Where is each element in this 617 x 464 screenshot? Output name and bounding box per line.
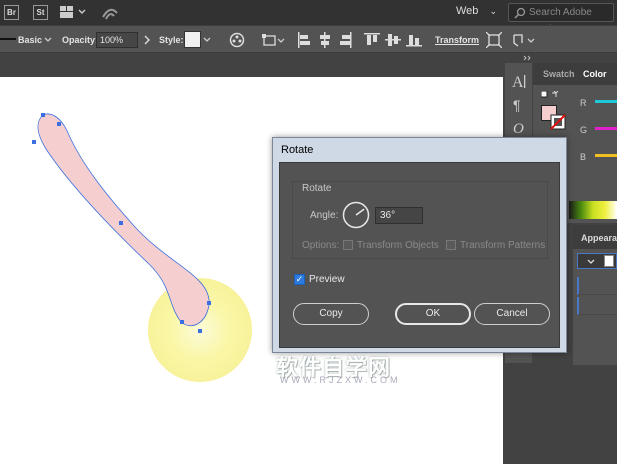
watermark-url: WWW.RJZXW.COM xyxy=(280,375,401,385)
align-to-icon[interactable] xyxy=(262,32,286,48)
transform-objects-label: Transform Objects xyxy=(357,240,439,251)
angle-label: Angle: xyxy=(310,210,339,221)
workspace-switcher[interactable]: Web ⌄ xyxy=(456,5,497,17)
dialog-title: Rotate xyxy=(281,144,314,156)
svg-text:A: A xyxy=(512,74,524,89)
default-colors-icon[interactable] xyxy=(541,91,561,101)
panel-collapse-icon[interactable] xyxy=(523,55,533,61)
color-spectrum[interactable] xyxy=(569,201,617,219)
control-bar: Basic Opacity: 100% Style: Transform xyxy=(0,25,617,53)
appearance-row[interactable] xyxy=(577,277,617,295)
tab-swatches[interactable]: Swatch xyxy=(543,69,575,79)
isolate-object-icon[interactable] xyxy=(486,32,502,48)
tab-color[interactable]: Color xyxy=(583,69,607,79)
graphic-style-swatch[interactable] xyxy=(184,31,201,48)
preview-label: Preview xyxy=(309,274,345,285)
workspace-label: Web xyxy=(456,5,479,17)
application-bar: Br St Web ⌄ Search Adobe Stock xyxy=(0,0,617,35)
tab-appearance[interactable]: Appearan xyxy=(581,233,617,243)
search-input[interactable]: Search Adobe Stock xyxy=(508,3,614,35)
channel-r-label: R xyxy=(580,98,587,108)
appearance-row-selected[interactable] xyxy=(577,253,617,269)
color-panel-tabs: Swatch Color xyxy=(533,63,617,85)
dialog-body: Rotate Angle: 36° Options: Transform Obj… xyxy=(279,162,560,348)
angle-dial[interactable] xyxy=(342,201,370,229)
align-left-icon[interactable] xyxy=(297,32,311,48)
recolor-artwork-icon[interactable] xyxy=(229,32,245,48)
stroke-none-swatch[interactable] xyxy=(550,114,566,130)
style-label: Style: xyxy=(159,35,184,45)
transform-panel-link[interactable]: Transform xyxy=(435,35,479,45)
rotate-dialog: Rotate Rotate Angle: 36° Options: Transf… xyxy=(272,137,567,353)
stroke-style-chevron-icon[interactable] xyxy=(44,36,52,44)
copy-button[interactable]: Copy xyxy=(293,303,369,325)
gpu-performance-icon[interactable] xyxy=(100,5,120,21)
align-top-icon[interactable] xyxy=(364,32,380,48)
stroke-style-preview[interactable] xyxy=(0,36,16,42)
puppet-warp-icon[interactable] xyxy=(512,32,538,48)
channel-r-slider[interactable] xyxy=(595,100,617,103)
stroke-style-label[interactable]: Basic xyxy=(18,35,42,45)
appearance-panel: Appearan xyxy=(573,225,617,365)
transform-patterns-checkbox[interactable] xyxy=(446,240,456,250)
pink-brush-stroke[interactable] xyxy=(37,113,210,327)
svg-text:¶: ¶ xyxy=(513,97,521,113)
arrange-documents-icon[interactable] xyxy=(60,6,88,19)
channel-b-slider[interactable] xyxy=(595,154,617,157)
ok-button[interactable]: OK xyxy=(395,303,471,325)
svg-text:O: O xyxy=(513,121,524,136)
search-icon xyxy=(514,7,526,19)
appearance-thumbnail xyxy=(604,255,614,267)
preview-checkbox[interactable]: ✓ xyxy=(294,274,305,285)
appearance-panel-header: Appearan xyxy=(573,225,617,249)
chevron-down-icon[interactable] xyxy=(587,258,595,266)
angle-input[interactable]: 36° xyxy=(375,207,423,224)
options-label: Options: xyxy=(302,240,340,251)
style-chevron-icon[interactable] xyxy=(203,36,211,44)
cancel-button[interactable]: Cancel xyxy=(474,303,550,325)
stock-button[interactable]: St xyxy=(33,5,48,20)
transform-objects-checkbox[interactable] xyxy=(343,240,353,250)
document-tab-strip xyxy=(0,53,503,77)
opacity-field[interactable]: 100% xyxy=(96,32,138,48)
rotate-group-title: Rotate xyxy=(302,183,332,194)
chevron-down-icon: ⌄ xyxy=(489,6,498,16)
channel-b-label: B xyxy=(580,152,587,162)
chevron-right-icon[interactable] xyxy=(143,35,151,45)
appearance-row[interactable] xyxy=(577,297,617,315)
transform-patterns-label: Transform Patterns xyxy=(460,240,546,251)
align-bottom-icon[interactable] xyxy=(406,32,422,48)
align-right-icon[interactable] xyxy=(339,32,353,48)
paragraph-panel-icon[interactable]: ¶ xyxy=(513,97,525,113)
channel-g-label: G xyxy=(580,125,588,135)
opacity-label: Opacity: xyxy=(62,35,99,45)
opentype-panel-icon[interactable]: O xyxy=(513,120,525,136)
channel-g-slider[interactable] xyxy=(595,127,617,130)
align-horizontal-center-icon[interactable] xyxy=(318,32,332,48)
align-vertical-center-icon[interactable] xyxy=(385,32,401,48)
bridge-button[interactable]: Br xyxy=(4,5,19,20)
character-panel-icon[interactable]: A xyxy=(511,73,527,89)
